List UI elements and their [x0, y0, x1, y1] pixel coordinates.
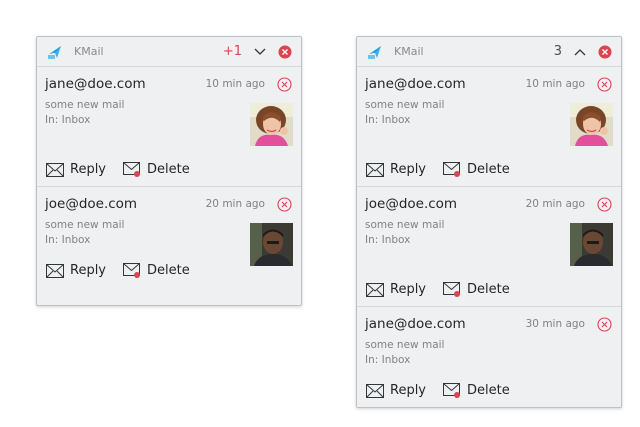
mail-reply-icon [366, 383, 384, 398]
reply-button[interactable]: Reply [46, 263, 106, 278]
close-popup-button[interactable] [278, 45, 292, 59]
notification-item[interactable]: jane@doe.com 10 min ago some new mail In… [357, 67, 621, 187]
mail-reply-icon [366, 282, 384, 297]
mail-delete-icon [123, 263, 141, 278]
app-name: KMail [74, 45, 104, 58]
notification-sender: jane@doe.com [45, 76, 146, 92]
notification-item[interactable]: jane@doe.com 10 min ago some new mail In… [37, 67, 301, 187]
notification-body: some new mail [45, 219, 125, 231]
close-popup-button[interactable] [598, 45, 612, 59]
notification-time: 20 min ago [525, 198, 585, 210]
chevron-down-icon[interactable] [252, 44, 268, 60]
delete-button[interactable]: Delete [123, 162, 190, 177]
notification-sender: jane@doe.com [365, 316, 466, 332]
notification-folder: In: Inbox [45, 114, 91, 126]
notification-time: 10 min ago [205, 78, 265, 90]
notification-folder: In: Inbox [365, 354, 411, 366]
more-count: +1 [222, 44, 242, 59]
notification-popup-collapsed: KMail +1 jane@doe.com 10 min ago some ne… [36, 36, 302, 306]
reply-button[interactable]: Reply [366, 162, 426, 177]
mail-reply-icon [46, 162, 64, 177]
mail-delete-icon [443, 383, 461, 398]
avatar-jane [570, 103, 613, 146]
avatar-jane [250, 103, 293, 146]
notification-time: 20 min ago [205, 198, 265, 210]
dismiss-icon[interactable] [277, 197, 292, 212]
mail-reply-icon [46, 263, 64, 278]
app-name: KMail [394, 45, 424, 58]
mail-delete-icon [443, 282, 461, 297]
delete-button[interactable]: Delete [123, 263, 190, 278]
notification-body: some new mail [365, 99, 445, 111]
notification-body: some new mail [365, 219, 445, 231]
notification-count: 3 [553, 44, 562, 59]
notification-body: some new mail [365, 339, 445, 351]
notification-folder: In: Inbox [45, 234, 91, 246]
dismiss-icon[interactable] [597, 77, 612, 92]
reply-button[interactable]: Reply [46, 162, 106, 177]
chevron-up-icon[interactable] [572, 44, 588, 60]
reply-button[interactable]: Reply [366, 383, 426, 398]
kmail-icon [46, 43, 64, 61]
dismiss-icon[interactable] [277, 77, 292, 92]
delete-button[interactable]: Delete [443, 162, 510, 177]
notification-folder: In: Inbox [365, 114, 411, 126]
mail-delete-icon [443, 162, 461, 177]
mail-delete-icon [123, 162, 141, 177]
notification-folder: In: Inbox [365, 234, 411, 246]
kmail-icon [366, 43, 384, 61]
reply-button[interactable]: Reply [366, 282, 426, 297]
notification-sender: joe@doe.com [365, 196, 458, 212]
delete-button[interactable]: Delete [443, 282, 510, 297]
dismiss-icon[interactable] [597, 197, 612, 212]
delete-button[interactable]: Delete [443, 383, 510, 398]
notification-time: 30 min ago [525, 318, 585, 330]
notification-item[interactable]: joe@doe.com 20 min ago some new mail In:… [37, 187, 301, 287]
avatar-joe [570, 223, 613, 266]
popup-header: KMail +1 [37, 37, 301, 67]
notification-sender: joe@doe.com [45, 196, 138, 212]
popup-header: KMail 3 [357, 37, 621, 67]
dismiss-icon[interactable] [597, 317, 612, 332]
notification-time: 10 min ago [525, 78, 585, 90]
mail-reply-icon [366, 162, 384, 177]
notification-popup-expanded: KMail 3 jane@doe.com 10 min ago some new… [356, 36, 622, 408]
notification-sender: jane@doe.com [365, 76, 466, 92]
notification-item[interactable]: joe@doe.com 20 min ago some new mail In:… [357, 187, 621, 307]
notification-item[interactable]: jane@doe.com 30 min ago some new mail In… [357, 307, 621, 407]
notification-body: some new mail [45, 99, 125, 111]
avatar-joe [250, 223, 293, 266]
